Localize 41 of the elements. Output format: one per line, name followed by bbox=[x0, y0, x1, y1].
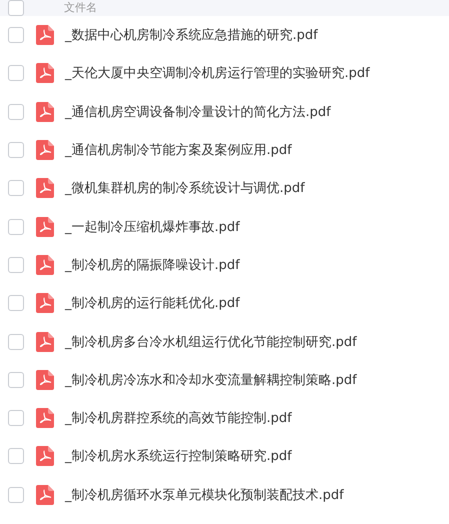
pdf-file-icon bbox=[36, 446, 54, 466]
pdf-file-icon bbox=[36, 484, 54, 505]
pdf-file-icon bbox=[36, 102, 54, 122]
row-checkbox[interactable] bbox=[8, 448, 24, 464]
column-header: 文件名 bbox=[64, 2, 97, 14]
file-name[interactable]: _微机集群机房的制冷系统设计与调优.pdf bbox=[65, 179, 305, 198]
row-checkbox[interactable] bbox=[8, 104, 24, 120]
pdf-file-icon bbox=[36, 408, 54, 428]
row-checkbox[interactable] bbox=[8, 65, 24, 82]
pdf-file-icon bbox=[36, 216, 54, 237]
row-checkbox[interactable] bbox=[8, 486, 24, 503]
file-name[interactable]: _制冷机房的运行能耗优化.pdf bbox=[65, 294, 240, 312]
file-name[interactable]: _制冷机房群控系统的高效节能控制.pdf bbox=[65, 409, 292, 428]
pdf-file-icon bbox=[36, 293, 54, 314]
pdf-file-icon bbox=[36, 370, 54, 390]
file-name[interactable]: _一起制冷压缩机爆炸事故.pdf bbox=[65, 218, 240, 236]
pdf-file-icon bbox=[36, 332, 54, 352]
file-name[interactable]: _制冷机房的隔振降噪设计.pdf bbox=[65, 256, 240, 274]
row-checkbox[interactable] bbox=[8, 295, 24, 312]
pdf-file-icon bbox=[36, 254, 54, 275]
file-name[interactable]: _制冷机房水系统运行控制策略研究.pdf bbox=[65, 447, 292, 466]
row-checkbox[interactable] bbox=[8, 256, 24, 273]
pdf-file-icon bbox=[36, 140, 54, 160]
file-name[interactable]: _数据中心机房制冷系统应急措施的研究.pdf bbox=[65, 26, 318, 44]
pdf-file-icon bbox=[36, 25, 54, 46]
row-checkbox[interactable] bbox=[8, 334, 24, 350]
row-checkbox[interactable] bbox=[8, 142, 24, 158]
pdf-file-icon bbox=[36, 178, 54, 198]
row-checkbox[interactable] bbox=[8, 410, 24, 426]
pdf-file-icon bbox=[36, 63, 54, 84]
row-checkbox[interactable] bbox=[8, 27, 24, 44]
select-all-checkbox[interactable] bbox=[8, 0, 24, 16]
file-name[interactable]: _制冷机房多台冷水机组运行优化节能控制研究.pdf bbox=[65, 332, 357, 351]
row-checkbox[interactable] bbox=[8, 180, 24, 196]
row-checkbox[interactable] bbox=[8, 218, 24, 235]
file-name[interactable]: _制冷机房冷冻水和冷却水变流量解耦控制策略.pdf bbox=[65, 370, 357, 389]
row-checkbox[interactable] bbox=[8, 372, 24, 388]
file-name[interactable]: _通信机房制冷节能方案及案例应用.pdf bbox=[65, 141, 292, 160]
file-name[interactable]: _天伦大厦中央空调制冷机房运行管理的实验研究.pdf bbox=[65, 64, 370, 82]
file-name[interactable]: _通信机房空调设备制冷量设计的简化方法.pdf bbox=[65, 102, 331, 121]
file-name[interactable]: _制冷机房循环水泵单元模块化预制装配技术.pdf bbox=[65, 486, 344, 504]
